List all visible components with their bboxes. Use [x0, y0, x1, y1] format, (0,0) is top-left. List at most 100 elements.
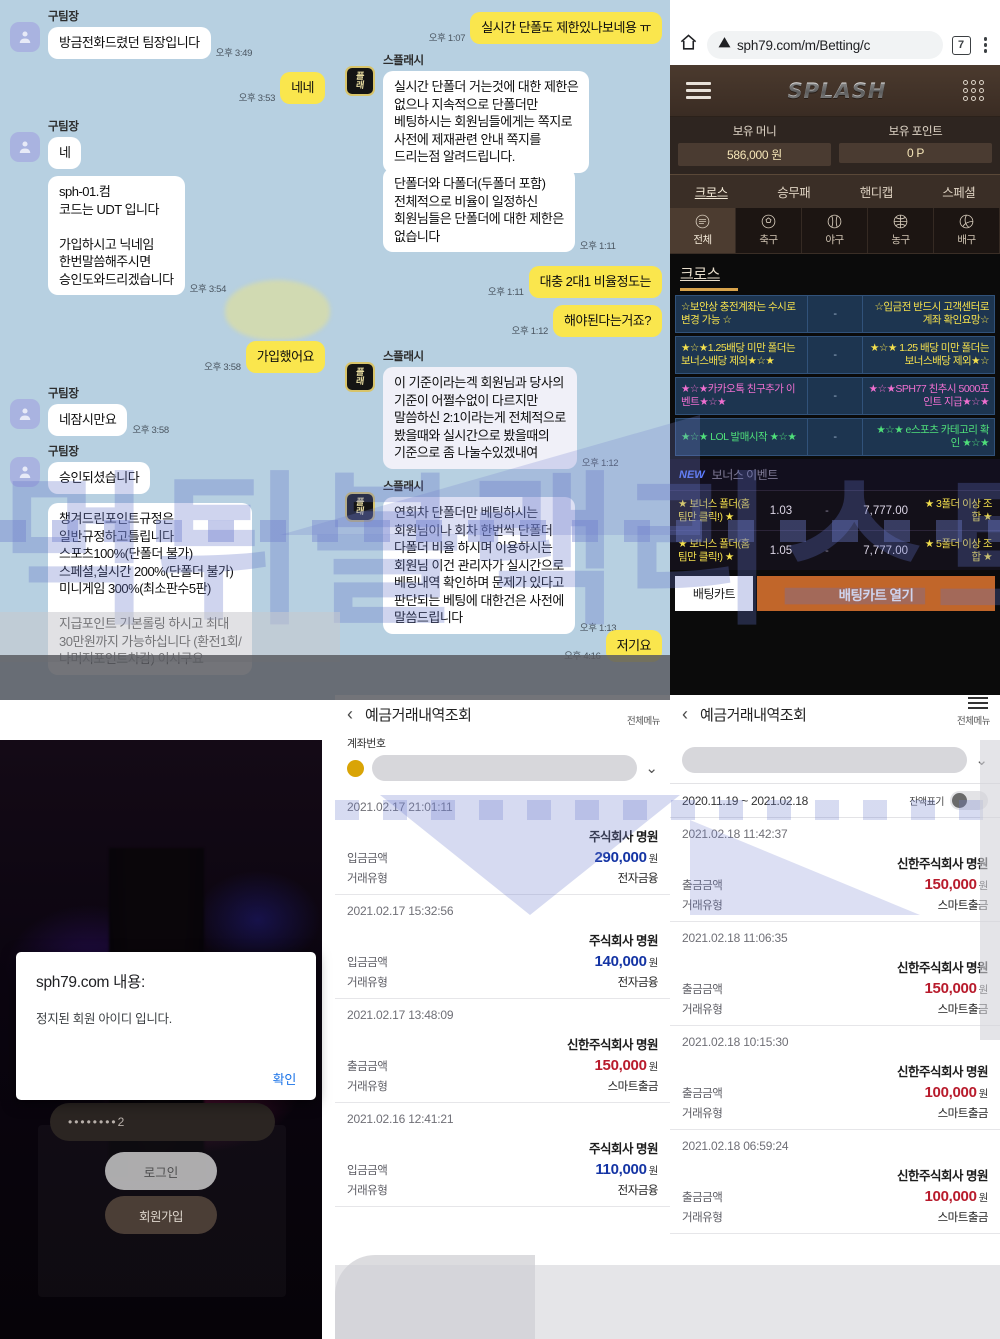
table-row[interactable]: ★☆★ LOL 발매시작 ★☆★ - ★☆★ e스포츠 카테고리 확인 ★☆★	[675, 418, 995, 456]
transaction-amount-label: 입금금액	[347, 1165, 388, 1177]
chat-bubble-outgoing: 저기요	[605, 630, 662, 662]
splash-logo-avatar: 플 래	[345, 362, 375, 392]
table-row: 2021.02.17 15:32:56 주식회사 명원 입금금액 140,000…	[335, 895, 670, 999]
chat-message: 오후 1:11 대충 2대1 비율정도는	[335, 266, 670, 298]
bonus-max-value: 7,777.00	[863, 504, 908, 517]
back-chevron-icon[interactable]: ‹	[347, 704, 353, 725]
sport-tab-baseball[interactable]: 야구	[802, 208, 868, 253]
transaction-type-label: 거래유형	[347, 1081, 388, 1093]
new-badge: NEW	[679, 468, 705, 481]
notice-left: ★☆★1.25배당 미만 폴더는 보너스배당 제외★☆★	[681, 342, 796, 367]
back-chevron-icon[interactable]: ‹	[682, 704, 688, 725]
sport-tab-volleyball[interactable]: 배구	[934, 208, 1000, 253]
transaction-datetime: 2021.02.18 10:15:30	[682, 1035, 789, 1049]
bonus-right-label: ★ 5폴더 이상 조합 ★	[924, 537, 993, 563]
table-row[interactable]: ★☆★카카오톡 친구추가 이벤트★☆★ - ★☆★SPH77 친추시 5000포…	[675, 377, 995, 415]
alert-confirm-button[interactable]: 확인	[273, 1069, 297, 1088]
period-range[interactable]: 2020.11.19 ~ 2021.02.18	[682, 794, 808, 808]
transaction-type-label: 거래유형	[347, 1185, 388, 1197]
password-field[interactable]: ••••••••2	[50, 1103, 275, 1141]
chat-bubble-incoming: 승인되셨습니다	[48, 462, 151, 494]
chat-sender-name: 스플래시	[383, 55, 424, 67]
sport-tab-basketball-label: 농구	[891, 234, 910, 246]
transaction-amount: 150,000 원	[594, 1057, 659, 1074]
open-betting-cart-button[interactable]: 배팅카트 열기	[757, 576, 995, 611]
balance-display-toggle[interactable]	[950, 791, 988, 810]
browser-alert-dialog: sph79.com 내용: 정지된 회원 아이디 입니다. 확인	[16, 952, 316, 1100]
balance-points: 보유 포인트 0 P	[839, 123, 992, 166]
chat-bubble-outgoing: 해야된다는거죠?	[553, 305, 662, 337]
table-row[interactable]: ★ 보너스 폴더(홈팀만 클릭!) ★ 1.05 - 7,777.00 ★ 5폴…	[670, 530, 1000, 570]
chat-bubble-incoming: 연회차 단폴더만 베팅하시는 회원님이나 회차 한번씩 단폴더 다폴더 비율 하…	[383, 497, 575, 634]
bonus-left-label: ★ 보너스 폴더(홈팀만 클릭!) ★	[678, 497, 750, 523]
avatar-logo-line: 래	[355, 80, 365, 90]
chat-message: 단폴더와 다폴더(두폴더 포함) 전체적으로 비율이 일정하신 회원님들은 단폴…	[383, 168, 616, 252]
all-menu-label[interactable]: 전체메뉴	[627, 713, 660, 727]
chat-message: 플 래 스플래시 이 기준이라는겍 회원님과 당사의 기준이 어쩔수없이 다르지…	[345, 348, 619, 469]
account-number-label: 계좌번호	[347, 738, 386, 750]
bonus-mid-value: -	[825, 544, 829, 557]
table-row: 2021.02.18 10:15:30 신한주식회사 명원 출금금액 100,0…	[670, 1026, 1000, 1130]
tab-count-button[interactable]: 7	[951, 35, 971, 55]
sport-tab-bar: 전체 축구 야구 농구 배구	[670, 208, 1000, 254]
account-selector[interactable]: ⌄	[335, 751, 670, 791]
site-header: SPLASH	[670, 65, 1000, 117]
betting-site: SPLASH 보유 머니 586,000 원 보유 포인트 0 P 크로스 승무…	[670, 65, 1000, 705]
tab-cross[interactable]: 크로스	[670, 175, 753, 208]
sport-tab-all[interactable]: 전체	[670, 208, 736, 253]
sport-tab-basketball[interactable]: 농구	[868, 208, 934, 253]
transaction-type-label: 거래유형	[682, 1212, 723, 1224]
table-row: 2021.02.17 13:48:09 신한주식회사 명원 출금금액 150,0…	[335, 999, 670, 1103]
notice-mid: -	[807, 419, 863, 455]
chat-timestamp: 오후 1:11	[579, 241, 616, 252]
screenshot-root: 구팀장 방금전화드렸던 팀장입니다 오후 3:49 오후 3:53 네네 구팀장…	[0, 0, 1000, 1339]
sport-tab-soccer-label: 축구	[759, 234, 778, 246]
transaction-amount-label: 출금금액	[682, 984, 723, 996]
notice-right: ☆입금전 반드시 고객센터로 계좌 확인요망☆	[874, 301, 989, 326]
all-menu-label[interactable]: 전체메뉴	[957, 713, 990, 727]
bank-logo-icon	[347, 759, 364, 777]
signup-button[interactable]: 회원가입	[105, 1196, 217, 1234]
transaction-type-label: 거래유형	[347, 873, 388, 885]
avatar	[10, 132, 40, 162]
chat-sender-name: 구팀장	[48, 121, 79, 133]
chevron-down-icon[interactable]: ⌄	[645, 759, 658, 777]
baseball-icon	[826, 213, 843, 230]
bonus-event-title: 보너스 이벤트	[711, 468, 779, 482]
notice-right: ★☆★SPH77 친추시 5000포인트 지급★☆★	[868, 383, 990, 408]
transaction-party: 신한주식회사 명원	[897, 1169, 988, 1183]
notice-mid: -	[807, 296, 863, 332]
hamburger-menu-icon[interactable]	[968, 697, 988, 709]
table-row[interactable]: ★☆★1.25배당 미만 폴더는 보너스배당 제외★☆★ - ★☆★ 1.25 …	[675, 336, 995, 374]
chat-bubble-outgoing: 가입했어요	[245, 341, 325, 373]
splash-logo-avatar: 플 래	[345, 66, 375, 96]
grid-menu-icon[interactable]	[962, 80, 984, 101]
chat-bubble-outgoing: 실시간 단폴도 제한있나보네용 ㅠ	[470, 12, 662, 44]
home-icon[interactable]	[679, 33, 698, 57]
chat-message: 오후 1:07 실시간 단폴도 제한있나보네용 ㅠ	[335, 12, 670, 44]
transaction-amount: 150,000 원	[924, 980, 989, 997]
chat-timestamp: 오후 3:54	[189, 284, 227, 295]
kebab-menu-icon[interactable]	[980, 35, 991, 54]
transaction-datetime: 2021.02.18 11:42:37	[682, 827, 788, 841]
address-bar[interactable]: sph79.com/m/Betting/c	[707, 31, 943, 59]
tab-winlossdraw[interactable]: 승무패	[753, 175, 836, 208]
tab-handicap[interactable]: 핸디캡	[835, 175, 918, 208]
bonus-odds-value[interactable]: 1.03	[758, 505, 804, 517]
bonus-odds-value[interactable]: 1.05	[758, 545, 804, 557]
chevron-down-icon[interactable]: ⌄	[975, 751, 988, 769]
table-row: 2021.02.16 12:41:21 주식회사 명원 입금금액 110,000…	[335, 1103, 670, 1207]
chat-bubble-incoming: 이 기준이라는겍 회원님과 당사의 기준이 어쩔수없이 다르지만 말씀하신 2:…	[383, 367, 577, 469]
table-row[interactable]: ★ 보너스 폴더(홈팀만 클릭!) ★ 1.03 - 7,777.00 ★ 3폴…	[670, 490, 1000, 530]
table-row[interactable]: ☆보안상 충전계좌는 수시로 변경 가능 ☆ - ☆입금전 반드시 고객센터로 …	[675, 295, 995, 333]
transaction-amount-label: 입금금액	[347, 957, 388, 969]
tab-special[interactable]: 스페셜	[918, 175, 1000, 208]
betting-cart-label[interactable]: 배팅카트	[675, 576, 753, 611]
hamburger-menu-icon[interactable]	[686, 82, 711, 99]
sport-tab-soccer[interactable]: 축구	[736, 208, 802, 253]
account-selector[interactable]: ⌄	[670, 733, 1000, 783]
transaction-type-label: 거래유형	[682, 1108, 723, 1120]
transaction-party: 신한주식회사 명원	[897, 857, 988, 871]
chat-bubble-incoming: sph-01.컴 코드는 UDT 입니다 가입하시고 닉네임 한번말씀해주시면 …	[48, 176, 185, 295]
login-button[interactable]: 로그인	[105, 1152, 217, 1190]
